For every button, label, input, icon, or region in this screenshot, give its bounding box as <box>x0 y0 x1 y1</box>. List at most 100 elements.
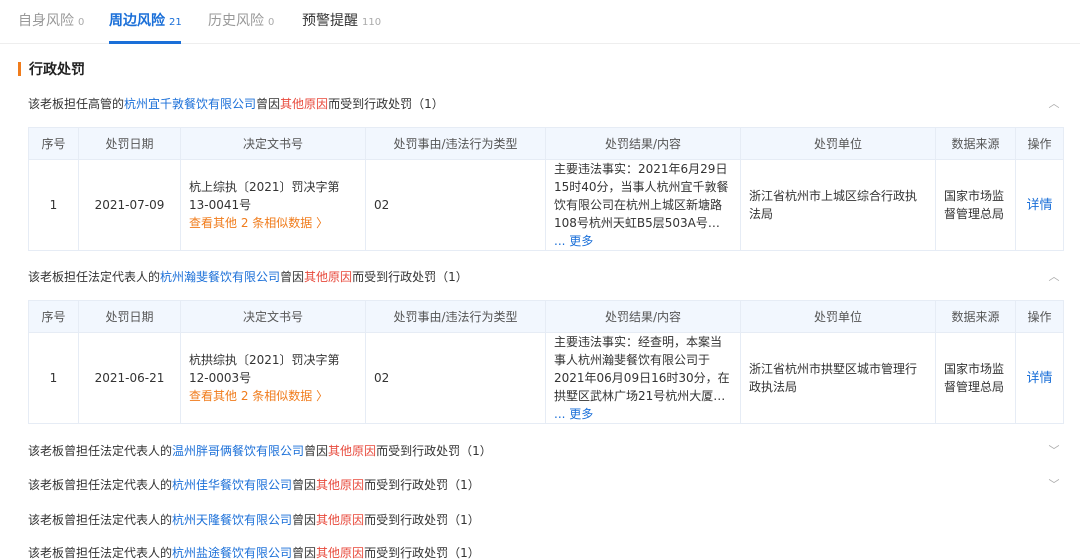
section-accent-bar <box>18 62 21 76</box>
similar-data-link[interactable]: 查看其他 2 条相似数据 〉 <box>189 387 357 405</box>
penalty-table: 序号 处罚日期 决定文书号 处罚事由/违法行为类型 处罚结果/内容 处罚单位 数… <box>28 127 1064 251</box>
expand-chevron-icon[interactable]: ﹀ <box>1046 477 1062 493</box>
col-header: 数据来源 <box>935 300 1016 333</box>
record-count: （1） <box>412 97 444 111</box>
detail-link[interactable]: 详情 <box>1026 371 1052 386</box>
data-source: 国家市场监督管理总局 <box>935 332 1016 424</box>
record-suffix: 而受到行政处罚 <box>364 513 449 527</box>
tab-label: 周边风险 <box>109 13 165 29</box>
company-link[interactable]: 杭州天隆餐饮有限公司 <box>172 513 292 527</box>
record-prefix: 该老板担任高管的 <box>28 97 125 111</box>
company-link[interactable]: 杭州瀚斐餐饮有限公司 <box>160 270 280 284</box>
company-link[interactable]: 杭州宜千敦餐饮有限公司 <box>124 97 256 111</box>
col-header: 序号 <box>28 127 79 160</box>
record-header[interactable]: 该老板曾担任法定代表人的温州胖哥俩餐饮有限公司曾因其他原因而受到行政处罚（1） <box>28 442 492 459</box>
record-mid: 曾因 <box>256 97 281 111</box>
penalty-result: 主要违法事实：2021年6月29日15时40分，当事人杭州宜千敦餐饮有限公司在杭… <box>554 162 729 230</box>
record-count: （1） <box>448 546 480 559</box>
table-header-row: 序号 处罚日期 决定文书号 处罚事由/违法行为类型 处罚结果/内容 处罚单位 数… <box>28 300 1064 333</box>
tab-count: 110 <box>362 17 382 28</box>
penalty-cause: 02 <box>365 159 546 251</box>
reason-text: 其他原因 <box>316 546 365 559</box>
col-header: 序号 <box>28 300 79 333</box>
similar-data-link[interactable]: 查看其他 2 条相似数据 〉 <box>189 214 357 232</box>
record-suffix: 而受到行政处罚 <box>328 97 413 111</box>
record-count: （1） <box>460 444 492 458</box>
col-header: 处罚日期 <box>78 127 181 160</box>
record-count: （1） <box>448 513 480 527</box>
row-number: 1 <box>28 332 79 424</box>
document-number: 杭拱综执〔2021〕罚决字第12-0003号 <box>189 353 340 385</box>
collapse-chevron-icon[interactable]: ︿ <box>1046 269 1062 285</box>
company-link[interactable]: 温州胖哥俩餐饮有限公司 <box>172 444 304 458</box>
col-header: 处罚单位 <box>740 300 936 333</box>
tab-label: 预警提醒 <box>302 13 358 29</box>
penalty-unit: 浙江省杭州市拱墅区城市管理行政执法局 <box>740 332 936 424</box>
tab-count: 0 <box>268 17 275 28</box>
record-mid: 曾因 <box>304 444 329 458</box>
more-link[interactable]: ... 更多 <box>554 407 593 421</box>
table-row: 1 2021-07-09 杭上综执〔2021〕罚决字第13-0041号 查看其他 … <box>28 159 1064 251</box>
detail-link[interactable]: 详情 <box>1026 198 1052 213</box>
company-link[interactable]: 杭州盐途餐饮有限公司 <box>172 546 292 559</box>
record-prefix: 该老板曾担任法定代表人的 <box>28 444 173 458</box>
penalty-result: 主要违法事实：经查明，本案当事人杭州瀚斐餐饮有限公司于2021年06月09日16… <box>554 335 730 403</box>
record-prefix: 该老板曾担任法定代表人的 <box>28 513 173 527</box>
data-source: 国家市场监督管理总局 <box>935 159 1016 251</box>
record-suffix: 而受到行政处罚 <box>376 444 461 458</box>
penalty-date: 2021-06-21 <box>78 332 181 424</box>
record-header: 该老板担任法定代表人的杭州瀚斐餐饮有限公司曾因其他原因而受到行政处罚（1） <box>28 268 468 285</box>
col-header: 操作 <box>1015 127 1064 160</box>
record-prefix: 该老板担任法定代表人的 <box>28 270 161 284</box>
penalty-cause: 02 <box>365 332 546 424</box>
penalty-result-cell: 主要违法事实：2021年6月29日15时40分，当事人杭州宜千敦餐饮有限公司在杭… <box>545 159 741 251</box>
col-header: 操作 <box>1015 300 1064 333</box>
reason-text: 其他原因 <box>316 478 365 492</box>
detail-cell: 详情 <box>1015 332 1064 424</box>
record-header[interactable]: 该老板曾担任法定代表人的杭州佳华餐饮有限公司曾因其他原因而受到行政处罚（1） <box>28 476 480 493</box>
document-cell: 杭上综执〔2021〕罚决字第13-0041号 查看其他 2 条相似数据 〉 <box>180 159 366 251</box>
col-header: 决定文书号 <box>180 300 366 333</box>
tab-history-risk[interactable]: 历史风险 0 <box>208 10 274 30</box>
tab-count: 21 <box>169 17 182 28</box>
section-header: 行政处罚 <box>18 60 85 78</box>
section-title: 行政处罚 <box>29 62 85 78</box>
expand-chevron-icon[interactable]: ﹀ <box>1046 443 1062 459</box>
tab-warning[interactable]: 预警提醒 110 <box>302 10 381 30</box>
record-suffix: 而受到行政处罚 <box>364 546 449 559</box>
record-header[interactable]: 该老板曾担任法定代表人的杭州天隆餐饮有限公司曾因其他原因而受到行政处罚（1） <box>28 511 480 528</box>
penalty-date: 2021-07-09 <box>78 159 181 251</box>
reason-text: 其他原因 <box>304 270 353 284</box>
more-link[interactable]: ... 更多 <box>554 234 593 248</box>
record-prefix: 该老板曾担任法定代表人的 <box>28 478 173 492</box>
company-link[interactable]: 杭州佳华餐饮有限公司 <box>172 478 292 492</box>
record-count: （1） <box>436 270 468 284</box>
record-mid: 曾因 <box>292 513 317 527</box>
detail-cell: 详情 <box>1015 159 1064 251</box>
col-header: 处罚事由/违法行为类型 <box>365 127 546 160</box>
col-header: 数据来源 <box>935 127 1016 160</box>
penalty-result-cell: 主要违法事实：经查明，本案当事人杭州瀚斐餐饮有限公司于2021年06月09日16… <box>545 332 741 424</box>
reason-text: 其他原因 <box>316 513 365 527</box>
col-header: 处罚事由/违法行为类型 <box>365 300 546 333</box>
record-header: 该老板担任高管的杭州宜千敦餐饮有限公司曾因其他原因而受到行政处罚（1） <box>28 95 444 112</box>
col-header: 决定文书号 <box>180 127 366 160</box>
penalty-table: 序号 处罚日期 决定文书号 处罚事由/违法行为类型 处罚结果/内容 处罚单位 数… <box>28 300 1064 424</box>
record-suffix: 而受到行政处罚 <box>352 270 437 284</box>
record-header[interactable]: 该老板曾担任法定代表人的杭州盐途餐饮有限公司曾因其他原因而受到行政处罚（1） <box>28 544 480 559</box>
table-row: 1 2021-06-21 杭拱综执〔2021〕罚决字第12-0003号查看其他 … <box>28 332 1064 424</box>
tab-label: 自身风险 <box>18 13 74 29</box>
tab-self-risk[interactable]: 自身风险 0 <box>18 10 84 30</box>
collapse-chevron-icon[interactable]: ︿ <box>1046 96 1062 112</box>
active-tab-indicator <box>109 41 181 44</box>
reason-text: 其他原因 <box>280 97 329 111</box>
col-header: 处罚日期 <box>78 300 181 333</box>
record-prefix: 该老板曾担任法定代表人的 <box>28 546 173 559</box>
tab-surrounding-risk[interactable]: 周边风险 21 <box>109 10 182 30</box>
col-header: 处罚结果/内容 <box>545 300 741 333</box>
penalty-unit: 浙江省杭州市上城区综合行政执法局 <box>740 159 936 251</box>
record-suffix: 而受到行政处罚 <box>364 478 449 492</box>
record-mid: 曾因 <box>292 546 317 559</box>
record-mid: 曾因 <box>280 270 305 284</box>
col-header: 处罚结果/内容 <box>545 127 741 160</box>
